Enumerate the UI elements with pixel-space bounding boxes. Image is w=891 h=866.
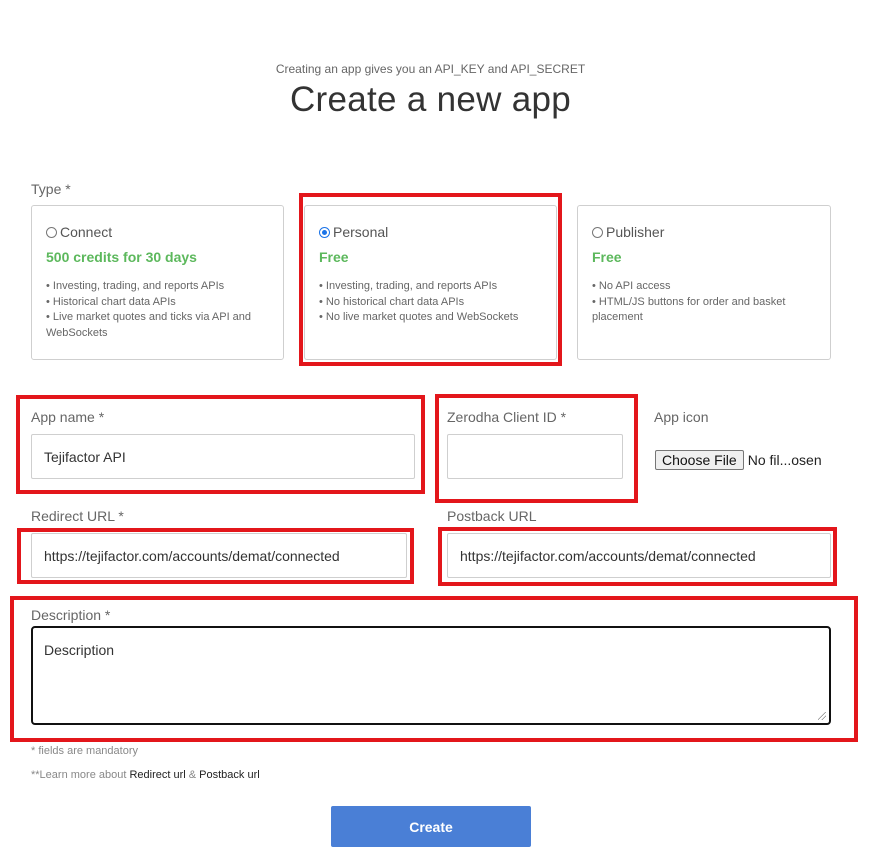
feature-item: No API access xyxy=(592,279,818,295)
learn-more-note: **Learn more about Redirect url & Postba… xyxy=(31,769,260,781)
redirect-url-link[interactable]: Redirect url xyxy=(129,769,185,781)
connect-price: 500 credits for 30 days xyxy=(46,249,197,265)
feature-item: Historical chart data APIs xyxy=(46,295,271,311)
postback-url-link[interactable]: Postback url xyxy=(199,769,260,781)
highlight-box-personal xyxy=(299,193,562,366)
publisher-features: No API access HTML/JS buttons for order … xyxy=(592,279,818,326)
postback-url-label: Postback URL xyxy=(447,508,537,524)
highlight-box-description xyxy=(10,596,858,742)
feature-item: Live market quotes and ticks via API and… xyxy=(46,310,271,341)
connect-radio[interactable] xyxy=(46,226,57,238)
type-label: Type * xyxy=(31,181,71,197)
learn-more-amp: & xyxy=(185,769,200,781)
feature-item: Investing, trading, and reports APIs xyxy=(46,279,271,295)
publisher-price: Free xyxy=(592,249,622,265)
type-card-publisher[interactable]: Publisher Free No API access HTML/JS but… xyxy=(577,205,831,360)
page-title: Create a new app xyxy=(289,80,572,119)
publisher-option-label: Publisher xyxy=(606,224,665,240)
highlight-box-postback-url xyxy=(438,527,837,586)
file-status: No fil...osen xyxy=(747,452,822,468)
highlight-box-app-name xyxy=(16,395,425,494)
redirect-url-label: Redirect URL * xyxy=(31,508,124,524)
feature-item: HTML/JS buttons for order and basket pla… xyxy=(592,295,818,326)
type-card-connect[interactable]: Connect 500 credits for 30 days Investin… xyxy=(31,205,284,360)
publisher-radio[interactable] xyxy=(592,226,603,238)
connect-features: Investing, trading, and reports APIs His… xyxy=(46,279,271,341)
connect-option-label: Connect xyxy=(60,224,113,240)
highlight-box-redirect-url xyxy=(17,528,414,584)
mandatory-note: * fields are mandatory xyxy=(31,745,138,757)
page-subtitle: Creating an app gives you an API_KEY and… xyxy=(275,62,586,76)
app-icon-label: App icon xyxy=(654,409,709,425)
highlight-box-client-id xyxy=(435,394,638,503)
app-icon-file-input: Choose File No fil...osen xyxy=(655,450,822,470)
choose-file-button[interactable]: Choose File xyxy=(655,450,744,470)
learn-more-prefix: **Learn more about xyxy=(31,769,130,781)
create-button[interactable]: Create xyxy=(331,806,531,847)
